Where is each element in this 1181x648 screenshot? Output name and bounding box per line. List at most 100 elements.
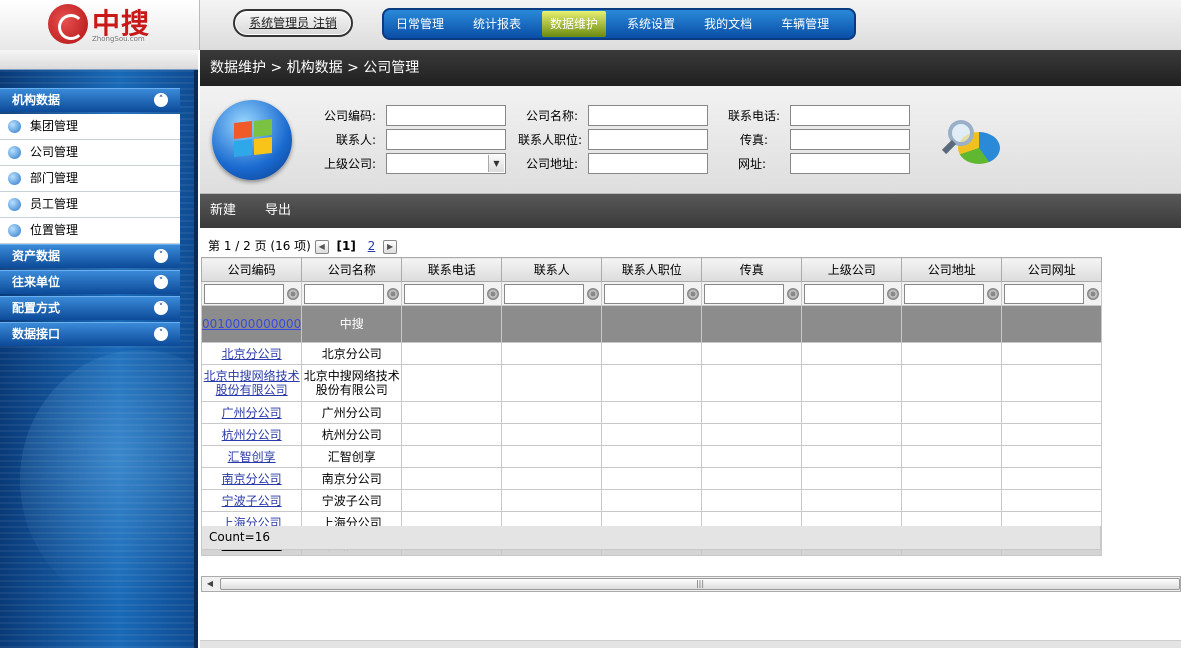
export-button[interactable]: 导出 bbox=[265, 194, 291, 228]
new-button[interactable]: 新建 bbox=[210, 194, 236, 228]
column-filter-input[interactable] bbox=[204, 283, 284, 304]
chevron-down-icon[interactable]: ˅ bbox=[154, 327, 168, 341]
table-row[interactable]: 南京分公司 南京分公司 bbox=[200, 467, 1103, 490]
sidebar-item-0-3[interactable]: 员工管理 bbox=[0, 192, 180, 218]
sidebar-item-0-2[interactable]: 部门管理 bbox=[0, 166, 180, 192]
sidebar-group-2[interactable]: 往来单位 ˅ bbox=[0, 270, 180, 294]
contact-title-input[interactable] bbox=[588, 129, 708, 150]
column-filter-input[interactable] bbox=[404, 283, 485, 304]
table-cell bbox=[701, 305, 803, 343]
search-icon[interactable] bbox=[941, 118, 1002, 168]
prev-page-icon[interactable]: ◀ bbox=[314, 239, 329, 254]
filter-icon[interactable] bbox=[687, 287, 700, 300]
pager: 第 1 / 2 页 (16 项) ◀ [1] 2 ▶ bbox=[208, 236, 398, 256]
company-code-link[interactable]: 北京分公司 bbox=[222, 347, 282, 361]
company-code-link[interactable]: 广州分公司 bbox=[222, 406, 282, 420]
table-row[interactable]: 北京分公司 北京分公司 bbox=[200, 342, 1103, 365]
company-code-link[interactable]: 南京分公司 bbox=[222, 472, 282, 486]
contact-input[interactable] bbox=[386, 129, 506, 150]
address-label: 公司地址: bbox=[525, 157, 578, 171]
column-header-3[interactable]: 联系人 bbox=[501, 257, 603, 282]
company-code-label: 公司编码: bbox=[323, 109, 376, 123]
nav-tab-4[interactable]: 我的文档 bbox=[696, 11, 760, 37]
table-row[interactable]: 杭州分公司 杭州分公司 bbox=[200, 423, 1103, 446]
column-header-8[interactable]: 公司网址 bbox=[1001, 257, 1103, 282]
column-header-0[interactable]: 公司编码 bbox=[200, 257, 303, 282]
nav-tab-5[interactable]: 车辆管理 bbox=[773, 11, 837, 37]
column-filter-input[interactable] bbox=[604, 283, 685, 304]
sidebar-group-4[interactable]: 数据接口 ˅ bbox=[0, 322, 180, 346]
filter-icon[interactable] bbox=[487, 287, 500, 300]
column-filter-input[interactable] bbox=[704, 283, 785, 304]
grid-header-row: 公司编码 公司名称 联系电话 联系人 联系人职位 传真 上级公司 公司地址 公司网址 bbox=[200, 257, 1103, 282]
column-filter-input[interactable] bbox=[304, 283, 385, 304]
chevron-down-icon[interactable]: ˅ bbox=[154, 249, 168, 263]
filter-icon[interactable] bbox=[287, 287, 299, 300]
nav-tab-3[interactable]: 系统设置 bbox=[619, 11, 683, 37]
parent-company-select[interactable]: ▼ bbox=[386, 153, 506, 174]
table-row[interactable]: 广州分公司 广州分公司 bbox=[200, 401, 1103, 424]
brand-logo-icon bbox=[48, 4, 88, 44]
chevron-down-icon[interactable]: ˅ bbox=[154, 275, 168, 289]
column-filter-input[interactable] bbox=[904, 283, 985, 304]
nav-tab-2[interactable]: 数据维护 bbox=[542, 11, 607, 37]
chevron-down-icon[interactable]: ˅ bbox=[154, 301, 168, 315]
company-code-link[interactable]: 杭州分公司 bbox=[222, 428, 282, 442]
column-filter-input[interactable] bbox=[804, 283, 885, 304]
filter-icon[interactable] bbox=[587, 287, 600, 300]
table-row[interactable]: 0010000000000 中搜 bbox=[200, 305, 1103, 343]
filter-icon[interactable] bbox=[887, 287, 900, 300]
next-page-icon[interactable]: ▶ bbox=[383, 239, 398, 254]
company-code-link[interactable]: 汇智创享 bbox=[228, 450, 276, 464]
table-row[interactable]: 北京中搜网络技术股份有限公司 北京中搜网络技术股份有限公司 bbox=[200, 364, 1103, 402]
nav-tab-0[interactable]: 日常管理 bbox=[388, 11, 452, 37]
filter-icon[interactable] bbox=[787, 287, 800, 300]
company-name-input[interactable] bbox=[588, 105, 708, 126]
horizontal-scrollbar[interactable]: ◀ ||| bbox=[201, 576, 1181, 592]
filter-cell-3 bbox=[501, 281, 603, 306]
sidebar-item-0-1[interactable]: 公司管理 bbox=[0, 140, 180, 166]
phone-input[interactable] bbox=[790, 105, 910, 126]
filter-icon[interactable] bbox=[387, 287, 400, 300]
filter-icon[interactable] bbox=[1087, 287, 1100, 300]
column-filter-input[interactable] bbox=[1004, 283, 1085, 304]
table-cell bbox=[501, 467, 603, 490]
table-cell bbox=[1001, 467, 1103, 490]
table-cell: 北京分公司 bbox=[301, 342, 403, 365]
table-row[interactable]: 宁波子公司 宁波子公司 bbox=[200, 489, 1103, 512]
sidebar-group-0[interactable]: 机构数据 ˄ bbox=[0, 88, 180, 112]
company-code-input[interactable] bbox=[386, 105, 506, 126]
sidebar-group-1[interactable]: 资产数据 ˅ bbox=[0, 244, 180, 268]
company-code-link[interactable]: 宁波子公司 bbox=[222, 494, 282, 508]
company-code-link[interactable]: 0010000000000 bbox=[203, 317, 301, 331]
column-header-2[interactable]: 联系电话 bbox=[401, 257, 503, 282]
parent-company-label: 上级公司: bbox=[323, 157, 376, 171]
column-header-6[interactable]: 上级公司 bbox=[801, 257, 903, 282]
nav-tab-1[interactable]: 统计报表 bbox=[465, 11, 529, 37]
sidebar-group-label: 数据接口 bbox=[12, 327, 61, 341]
fax-input[interactable] bbox=[790, 129, 910, 150]
address-input[interactable] bbox=[588, 153, 708, 174]
scroll-thumb[interactable]: ||| bbox=[220, 578, 1180, 590]
column-header-5[interactable]: 传真 bbox=[701, 257, 803, 282]
column-header-7[interactable]: 公司地址 bbox=[901, 257, 1003, 282]
logout-button[interactable]: 系统管理员 注销 bbox=[233, 9, 353, 37]
user-label: 系统管理员 注销 bbox=[249, 16, 337, 30]
column-header-1[interactable]: 公司名称 bbox=[301, 257, 403, 282]
table-row[interactable]: 汇智创享 汇智创享 bbox=[200, 445, 1103, 468]
scroll-left-icon[interactable]: ◀ bbox=[202, 577, 218, 591]
table-cell: 广州分公司 bbox=[301, 401, 403, 424]
column-header-4[interactable]: 联系人职位 bbox=[601, 257, 703, 282]
sidebar-group-3[interactable]: 配置方式 ˅ bbox=[0, 296, 180, 320]
table-cell bbox=[401, 342, 503, 365]
page-link-2[interactable]: 2 bbox=[368, 239, 376, 253]
sidebar-item-0-4[interactable]: 位置管理 bbox=[0, 218, 180, 244]
table-cell bbox=[901, 305, 1003, 343]
sidebar-item-0-0[interactable]: 集团管理 bbox=[0, 114, 180, 140]
column-filter-input[interactable] bbox=[504, 283, 585, 304]
chevron-up-icon[interactable]: ˄ bbox=[154, 93, 168, 107]
filter-icon[interactable] bbox=[987, 287, 1000, 300]
table-cell bbox=[401, 445, 503, 468]
company-code-link[interactable]: 北京中搜网络技术股份有限公司 bbox=[204, 369, 300, 397]
website-input[interactable] bbox=[790, 153, 910, 174]
